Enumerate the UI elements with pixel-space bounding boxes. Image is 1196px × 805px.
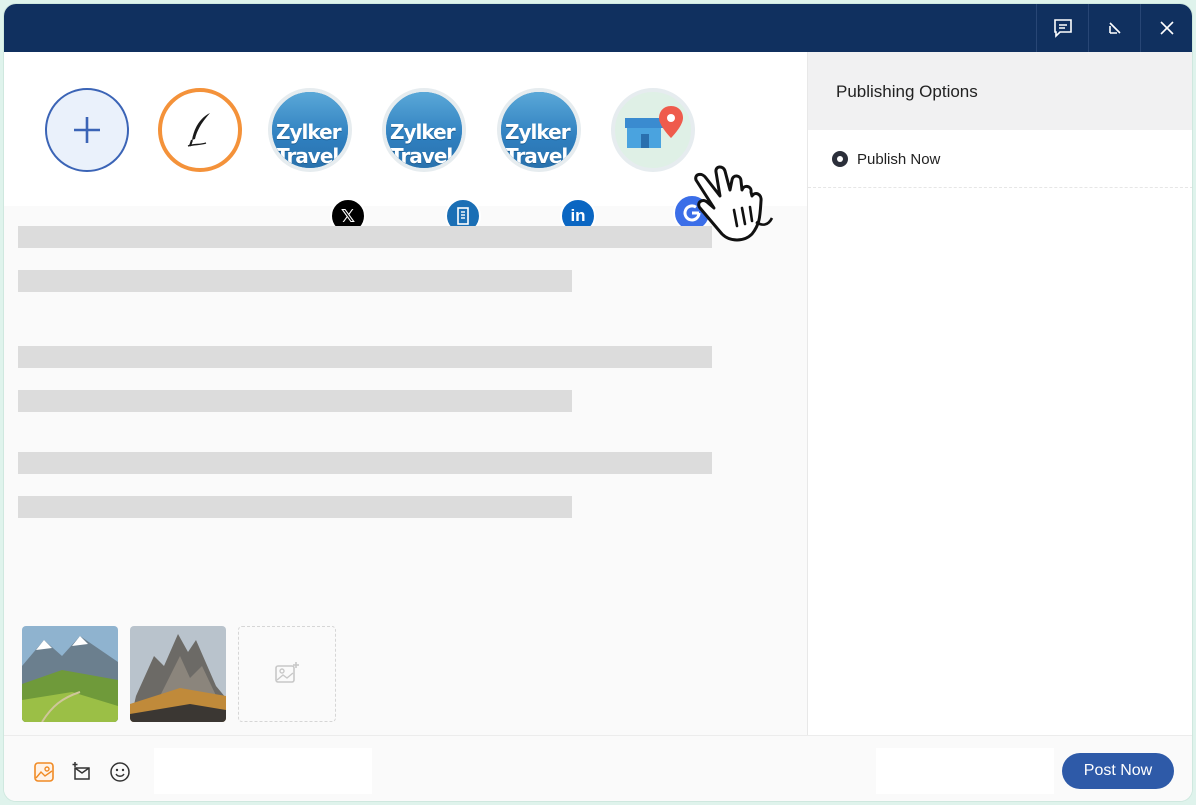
image-icon — [34, 762, 54, 782]
collapse-button[interactable] — [1088, 4, 1141, 52]
brand-line1: Zylker — [276, 120, 342, 144]
compose-pane: Zylker Travel 𝕏 Zylker Travel Zylker Tra… — [4, 52, 807, 735]
comment-icon — [1054, 19, 1072, 38]
add-media-button[interactable] — [238, 626, 336, 722]
add-image-icon — [275, 662, 299, 683]
brand-line2: Travel — [276, 144, 339, 168]
pointer-hand-icon — [694, 165, 774, 242]
brand-line2: Travel — [505, 144, 568, 168]
channel-selector: Zylker Travel 𝕏 Zylker Travel Zylker Tra… — [4, 52, 807, 234]
comment-button[interactable] — [1036, 4, 1089, 52]
content-placeholder — [18, 346, 712, 368]
channel-profile-linkedin[interactable]: Zylker Travel — [497, 88, 581, 172]
store-location-icon — [625, 106, 683, 148]
emoji-button[interactable] — [108, 760, 132, 784]
close-button[interactable] — [1140, 4, 1192, 52]
plus-icon — [74, 117, 100, 143]
media-thumbnail[interactable] — [130, 626, 226, 722]
new-message-button[interactable] — [70, 760, 94, 784]
brand-line2: Travel — [390, 144, 453, 168]
radio-selected-icon[interactable] — [832, 151, 848, 167]
emoji-icon — [110, 762, 130, 782]
compose-channel[interactable] — [158, 88, 242, 172]
content-placeholder — [18, 226, 712, 248]
panel-header: Publishing Options — [808, 52, 1192, 130]
media-thumbnail[interactable] — [22, 626, 118, 722]
compose-window: Zylker Travel 𝕏 Zylker Travel Zylker Tra… — [4, 4, 1192, 801]
channel-profile-page[interactable]: Zylker Travel — [382, 88, 466, 172]
close-icon — [1160, 21, 1174, 35]
attach-image-button[interactable] — [32, 760, 56, 784]
footer-field — [876, 748, 1054, 794]
content-placeholder — [18, 496, 572, 518]
content-placeholder — [18, 452, 712, 474]
post-now-button[interactable]: Post Now — [1062, 753, 1174, 789]
quill-pen-icon — [187, 113, 210, 147]
footer-field — [154, 748, 372, 794]
new-message-icon — [72, 762, 90, 780]
brand-line1: Zylker — [390, 120, 456, 144]
publish-now-label: Publish Now — [857, 151, 941, 168]
publishing-options-panel: Publishing Options Publish Now — [807, 52, 1192, 735]
brand-line1: Zylker — [505, 120, 571, 144]
channel-google-business[interactable] — [611, 88, 695, 172]
channel-profile-x[interactable]: Zylker Travel — [268, 88, 352, 172]
publish-now-option[interactable]: Publish Now — [808, 130, 1192, 188]
collapse-arrow-icon — [1109, 22, 1121, 34]
add-channel-button[interactable] — [45, 88, 129, 172]
content-placeholder — [18, 270, 572, 292]
title-bar — [4, 4, 1192, 52]
content-placeholder — [18, 390, 572, 412]
panel-title: Publishing Options — [836, 82, 978, 101]
compose-footer: Post Now — [4, 735, 1192, 801]
